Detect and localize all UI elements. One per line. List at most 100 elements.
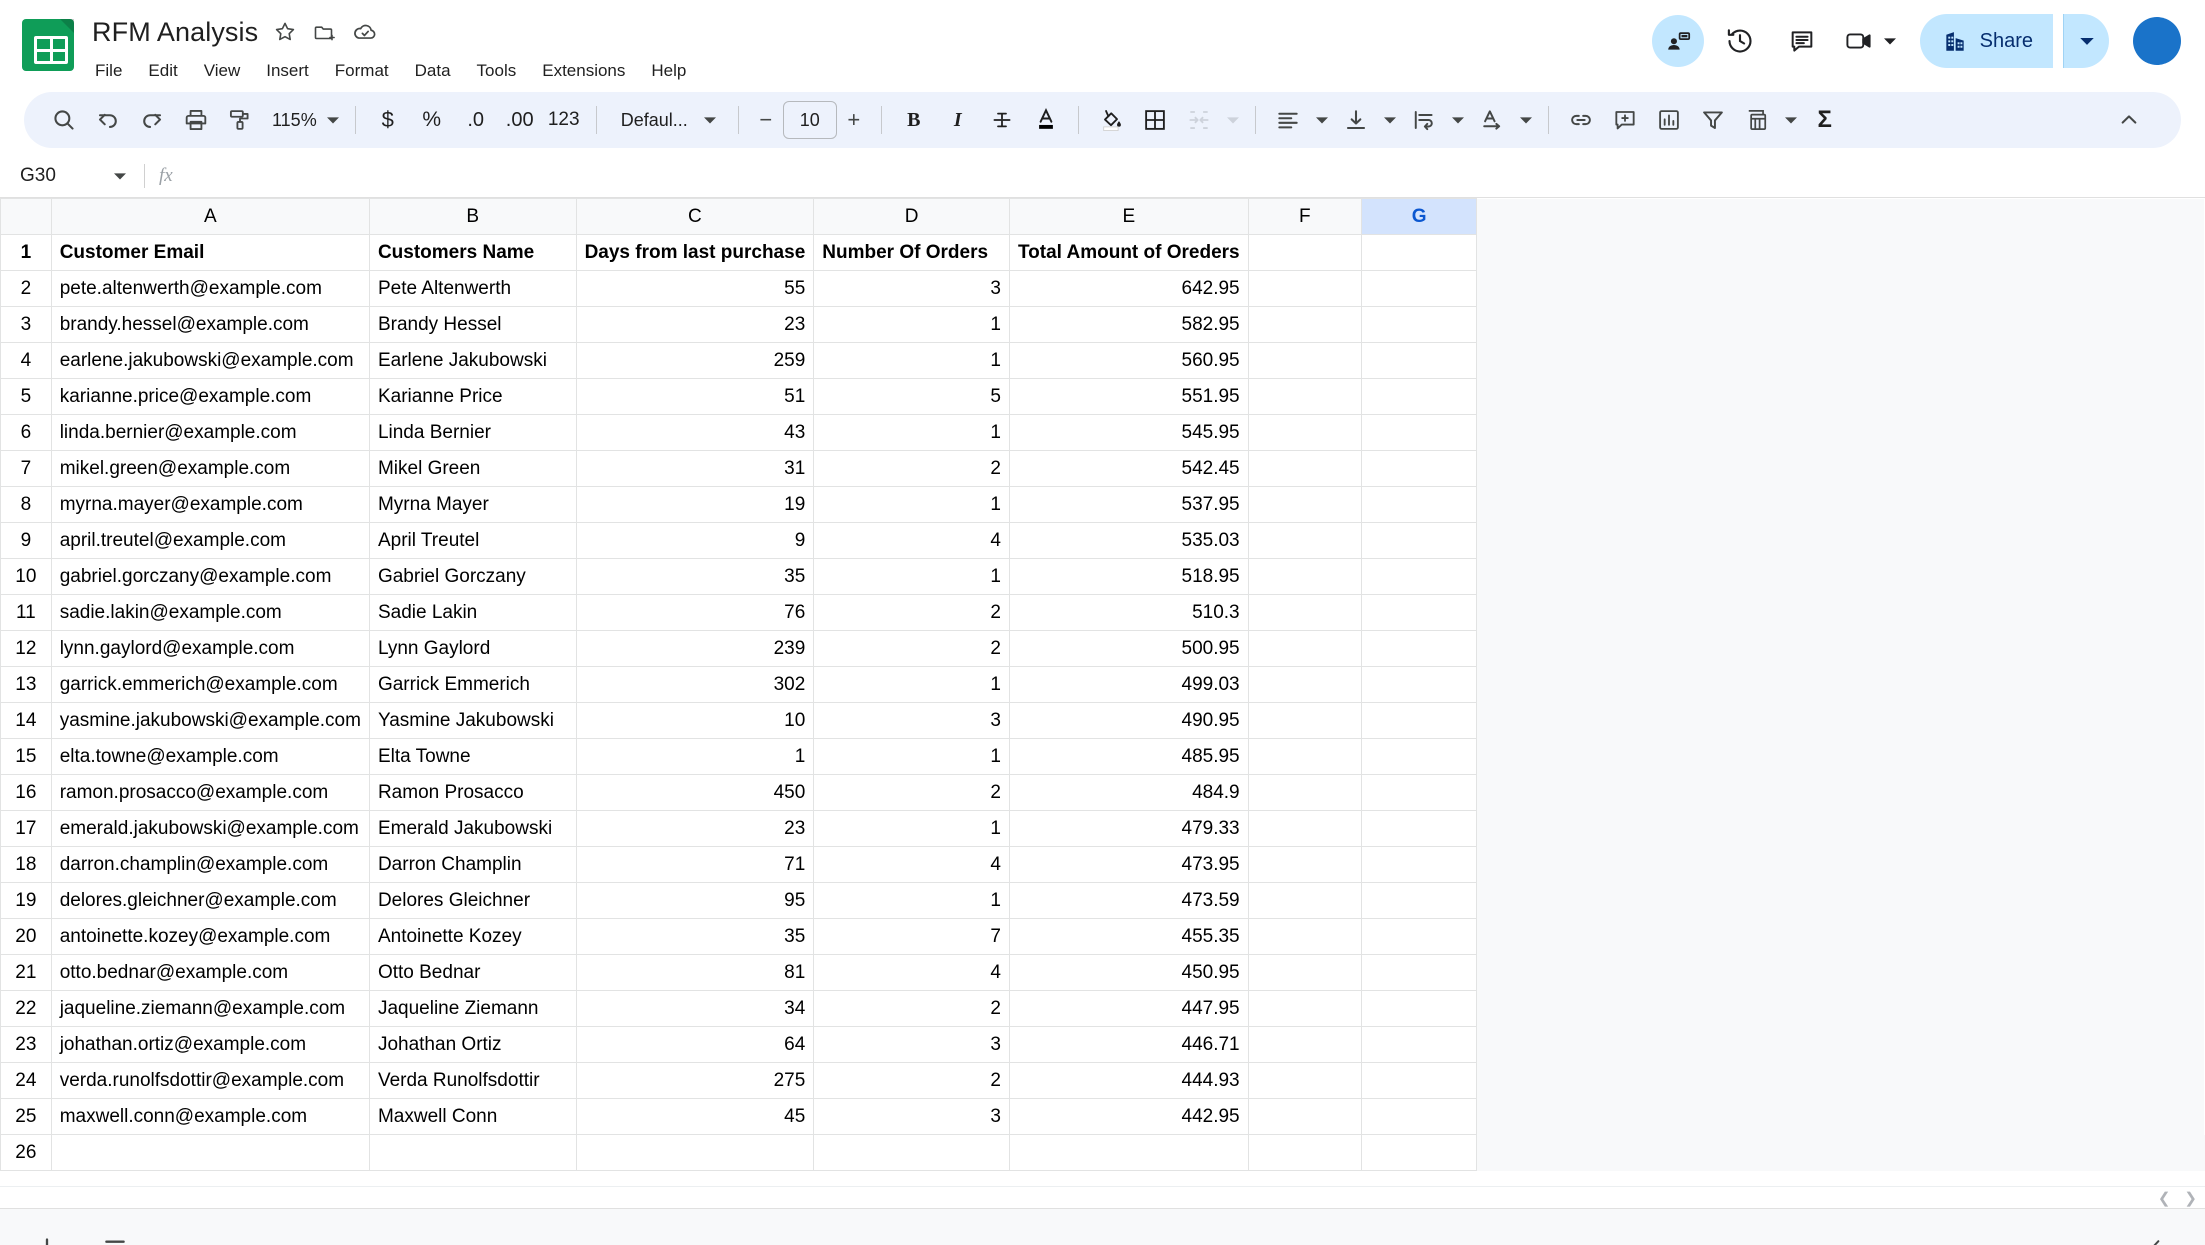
cell-a20[interactable]: antoinette.kozey@example.com [51,919,369,955]
row-header[interactable]: 22 [1,991,52,1027]
cell-c11[interactable]: 76 [576,595,814,631]
cell-f16[interactable] [1248,775,1361,811]
cell-g26[interactable] [1361,1135,1476,1171]
text-color-icon[interactable] [1024,98,1068,142]
cell-b12[interactable]: Lynn Gaylord [369,631,576,667]
cell-e19[interactable]: 473.59 [1009,883,1248,919]
print-icon[interactable] [174,98,218,142]
menu-file[interactable]: File [93,57,135,85]
cell-f11[interactable] [1248,595,1361,631]
row-header[interactable]: 11 [1,595,52,631]
cell-f10[interactable] [1248,559,1361,595]
column-header-e[interactable]: E [1009,199,1248,235]
cell-e4[interactable]: 560.95 [1009,343,1248,379]
cloud-saved-icon[interactable] [352,19,378,45]
cell-e21[interactable]: 450.95 [1009,955,1248,991]
cell-a21[interactable]: otto.bednar@example.com [51,955,369,991]
cell-a26[interactable] [51,1135,369,1171]
row-header[interactable]: 26 [1,1135,52,1171]
page-title[interactable]: RFM Analysis [92,17,258,48]
insert-comment-icon[interactable] [1603,98,1647,142]
cell-e25[interactable]: 442.95 [1009,1099,1248,1135]
chevron-down-icon[interactable] [1446,98,1470,142]
cell-a9[interactable]: april.treutel@example.com [51,523,369,559]
star-icon[interactable] [272,19,298,45]
add-sheet-icon[interactable] [24,1225,70,1245]
scroll-right-icon[interactable]: ❯ [2184,1189,2197,1207]
cell-a8[interactable]: myrna.mayer@example.com [51,487,369,523]
cell-a15[interactable]: elta.towne@example.com [51,739,369,775]
row-header[interactable]: 20 [1,919,52,955]
cell-c14[interactable]: 10 [576,703,814,739]
cell-g18[interactable] [1361,847,1476,883]
strikethrough-icon[interactable] [980,98,1024,142]
cell-c9[interactable]: 9 [576,523,814,559]
column-header-a[interactable]: A [51,199,369,235]
cell-f4[interactable] [1248,343,1361,379]
cell-g12[interactable] [1361,631,1476,667]
cell-c12[interactable]: 239 [576,631,814,667]
cell-c6[interactable]: 43 [576,415,814,451]
cell-c5[interactable]: 51 [576,379,814,415]
cell-f12[interactable] [1248,631,1361,667]
cell-d9[interactable]: 4 [814,523,1010,559]
undo-icon[interactable] [86,98,130,142]
cell-b26[interactable] [369,1135,576,1171]
chevron-left-icon[interactable] [2133,1225,2179,1245]
cell-e22[interactable]: 447.95 [1009,991,1248,1027]
menu-tools[interactable]: Tools [464,57,530,85]
cell-f18[interactable] [1248,847,1361,883]
cell-d26[interactable] [814,1135,1010,1171]
cell-a13[interactable]: garrick.emmerich@example.com [51,667,369,703]
cell-f14[interactable] [1248,703,1361,739]
cell-b4[interactable]: Earlene Jakubowski [369,343,576,379]
cell-d4[interactable]: 1 [814,343,1010,379]
cell-c21[interactable]: 81 [576,955,814,991]
row-header[interactable]: 14 [1,703,52,739]
link-icon[interactable] [1559,98,1603,142]
currency-format-button[interactable]: $ [366,98,410,142]
cell-b10[interactable]: Gabriel Gorczany [369,559,576,595]
more-formats-button[interactable]: 123 [542,98,586,142]
cell-b20[interactable]: Antoinette Kozey [369,919,576,955]
fill-color-icon[interactable] [1089,98,1133,142]
cell-g21[interactable] [1361,955,1476,991]
cell-b21[interactable]: Otto Bednar [369,955,576,991]
chevron-down-icon[interactable] [1514,98,1538,142]
cell-e9[interactable]: 535.03 [1009,523,1248,559]
comment-icon[interactable] [1776,15,1828,67]
column-header-f[interactable]: F [1248,199,1361,235]
cell-g6[interactable] [1361,415,1476,451]
cell-c4[interactable]: 259 [576,343,814,379]
increase-decimal-button[interactable]: .00 [498,98,542,142]
bold-button[interactable]: B [892,98,936,142]
cell-e2[interactable]: 642.95 [1009,271,1248,307]
chevron-down-icon[interactable] [1310,98,1334,142]
cell-header-a[interactable]: Customer Email [51,235,369,271]
cell-b18[interactable]: Darron Champlin [369,847,576,883]
cell-e16[interactable]: 484.9 [1009,775,1248,811]
cell-a14[interactable]: yasmine.jakubowski@example.com [51,703,369,739]
cell-d18[interactable]: 4 [814,847,1010,883]
cell-b19[interactable]: Delores Gleichner [369,883,576,919]
cell-d5[interactable]: 5 [814,379,1010,415]
row-header[interactable]: 6 [1,415,52,451]
version-history-icon[interactable] [1714,15,1766,67]
cell-e23[interactable]: 446.71 [1009,1027,1248,1063]
cell-a7[interactable]: mikel.green@example.com [51,451,369,487]
all-sheets-icon[interactable] [92,1225,138,1245]
menu-view[interactable]: View [191,57,254,85]
row-header[interactable]: 1 [1,235,52,271]
increase-font-size-button[interactable]: + [837,101,871,139]
chevron-down-icon[interactable] [1779,98,1803,142]
font-size-input[interactable]: 10 [783,101,837,139]
cell-c24[interactable]: 275 [576,1063,814,1099]
cell-header-g[interactable] [1361,235,1476,271]
cell-c3[interactable]: 23 [576,307,814,343]
row-header[interactable]: 23 [1,1027,52,1063]
cell-g2[interactable] [1361,271,1476,307]
row-header[interactable]: 25 [1,1099,52,1135]
column-header-g[interactable]: G [1361,199,1476,235]
cell-g9[interactable] [1361,523,1476,559]
cell-g15[interactable] [1361,739,1476,775]
